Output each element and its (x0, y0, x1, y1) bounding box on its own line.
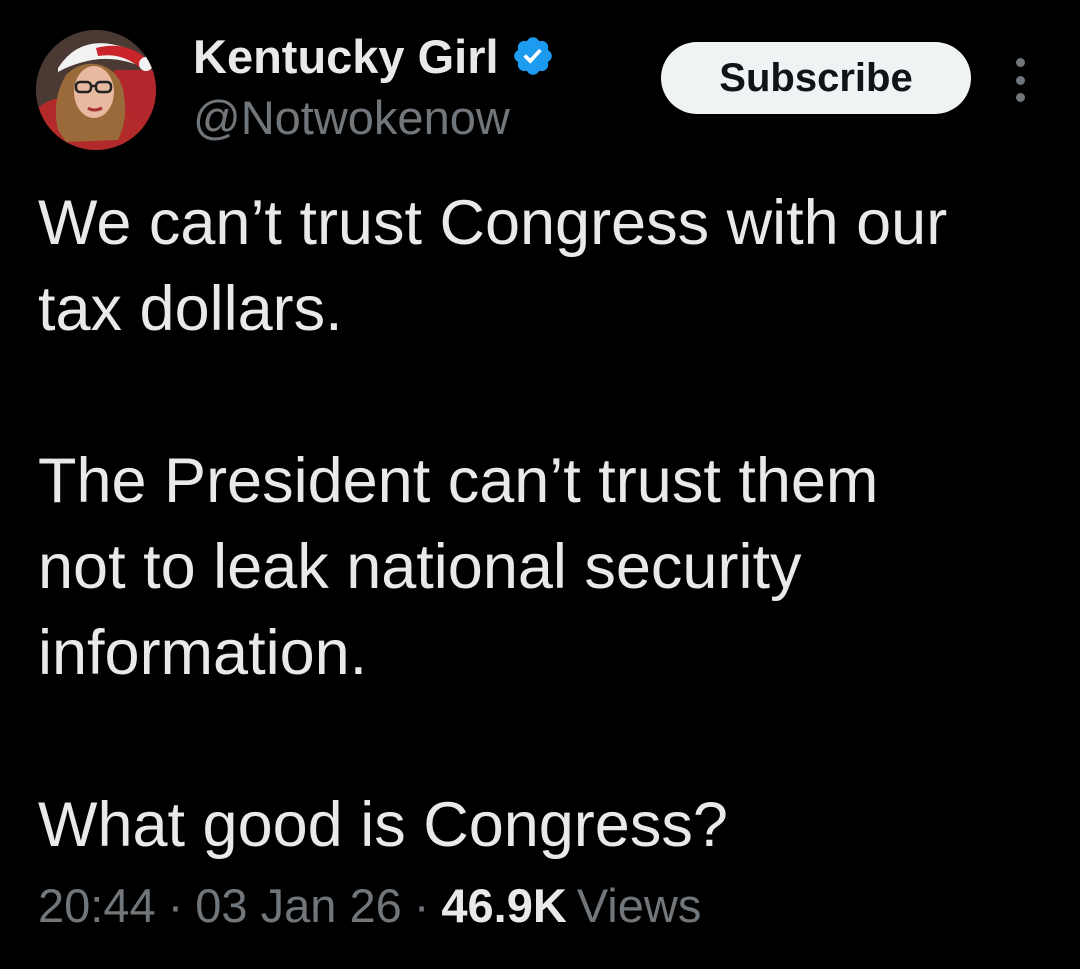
more-vertical-icon[interactable] (1007, 58, 1033, 102)
avatar-image (36, 30, 156, 150)
display-name[interactable]: Kentucky Girl (193, 29, 499, 84)
author-name-row[interactable]: Kentucky Girl (193, 28, 555, 84)
meta-separator: · (167, 879, 184, 932)
tweet-line: information. (38, 618, 368, 688)
tweet-line: We can’t trust Congress with our (38, 188, 948, 258)
views-count[interactable]: 46.9K (441, 878, 566, 933)
author-handle[interactable]: @Notwokenow (193, 90, 510, 145)
subscribe-button[interactable]: Subscribe (661, 42, 971, 114)
tweet-line: tax dollars. (38, 274, 343, 344)
tweet-line: not to leak national security (38, 532, 802, 602)
tweet-line: The President can’t trust them (38, 446, 879, 516)
more-dot (1015, 58, 1025, 67)
more-dot (1015, 75, 1025, 85)
tweet-meta: 20:44 · 03 Jan 26 · 46.9K Views (38, 878, 701, 933)
tweet-date[interactable]: 03 Jan 26 (195, 878, 401, 933)
meta-separator: · (413, 879, 430, 932)
views-label: Views (576, 879, 702, 932)
verified-badge-icon (513, 37, 552, 75)
tweet-time[interactable]: 20:44 (38, 878, 156, 933)
tweet-text: We can’t trust Congress with our tax dol… (38, 180, 1048, 868)
tweet-card[interactable]: Kentucky Girl @Notwokenow Subscribe We c… (0, 0, 1080, 969)
more-dot (1015, 93, 1025, 102)
avatar[interactable] (36, 30, 156, 150)
tweet-line: What good is Congress? (38, 790, 728, 860)
